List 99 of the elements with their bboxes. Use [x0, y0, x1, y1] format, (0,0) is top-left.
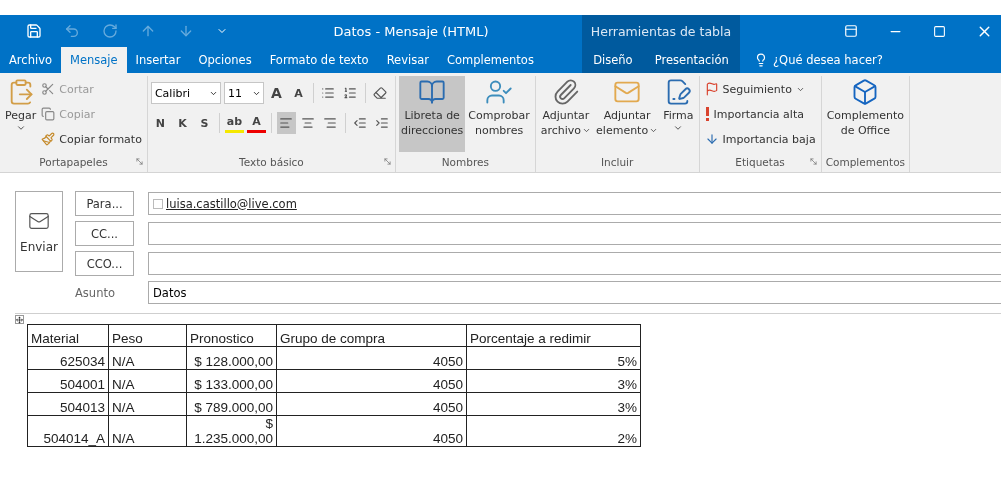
- table-cell: N/A: [108, 346, 187, 370]
- table-cell: $ 1.235.000,00: [186, 415, 277, 447]
- table-cell: $ 128.000,00: [186, 346, 277, 370]
- table-cell: 504001: [27, 369, 109, 393]
- ribbon-tab[interactable]: Complementos: [437, 47, 543, 73]
- dialog-launcher-icon[interactable]: [134, 157, 144, 166]
- group-label: Nombres: [441, 156, 489, 168]
- ribbon-large-button[interactable]: Comprobar nombres: [466, 76, 532, 152]
- column-header: Peso: [108, 324, 187, 347]
- table-cell: N/A: [108, 392, 187, 416]
- table-cell: 2%: [466, 415, 641, 447]
- font-size-field[interactable]: 11: [223, 82, 264, 104]
- ribbon-large-button[interactable]: Firma: [661, 76, 696, 152]
- align-right-icon: [323, 116, 338, 130]
- grow-font-button[interactable]: A: [266, 82, 286, 104]
- ribbon-large-button[interactable]: Pegar: [3, 76, 39, 152]
- ribbon-tab[interactable]: Insertar: [126, 47, 190, 73]
- ribbon-tab[interactable]: Opciones: [189, 47, 261, 73]
- ribbon-tab[interactable]: Mensaje: [61, 47, 127, 73]
- table-cell: 504013: [27, 392, 109, 416]
- table-cell: 625034: [27, 346, 109, 370]
- ribbon-small-button[interactable]: Copiar formato: [39, 128, 144, 150]
- ribbon-large-button[interactable]: Adjuntar archivo: [538, 76, 594, 152]
- numbering-icon: [343, 86, 358, 100]
- table-cell: 4050: [276, 346, 467, 370]
- scissors-icon: [41, 82, 56, 96]
- column-header: Porcentaje a redimir: [466, 324, 641, 347]
- table-cell: 4050: [276, 415, 467, 447]
- ribbon-tab[interactable]: Diseño: [584, 47, 642, 73]
- column-header: Pronostico: [186, 324, 277, 347]
- table-cell: 504014_A: [27, 415, 109, 447]
- recipient-field[interactable]: [148, 252, 1001, 275]
- table-cell: 4050: [276, 369, 467, 393]
- dialog-launcher-icon[interactable]: [808, 157, 818, 166]
- ribbon-large-button[interactable]: Libreta de direcciones: [398, 76, 466, 152]
- group-label: Etiquetas: [735, 156, 785, 168]
- maximize-icon[interactable]: [933, 24, 946, 38]
- address-book-icon: [418, 78, 447, 106]
- ribbon-tab[interactable]: Archivo: [0, 47, 61, 73]
- align-left-icon: [279, 116, 294, 130]
- dialog-launcher-icon[interactable]: [382, 157, 392, 166]
- window-title: Datos - Mensaje (HTML): [332, 23, 490, 39]
- column-header: Material: [27, 324, 109, 347]
- subject-text: Datos: [153, 285, 187, 300]
- font-color-button[interactable]: A: [246, 113, 266, 133]
- ribbon-tab[interactable]: Revisar: [377, 47, 438, 73]
- indent-icon: [375, 116, 390, 130]
- table-cell: N/A: [108, 369, 187, 393]
- ribbon-display-icon[interactable]: [844, 24, 858, 38]
- flag-icon: [704, 82, 719, 96]
- align-left-button[interactable]: [276, 112, 296, 134]
- table-cell: N/A: [108, 415, 187, 447]
- copy-icon: [41, 107, 56, 121]
- bullets-icon: [321, 86, 336, 100]
- table-move-icon[interactable]: [15, 315, 24, 324]
- table-cell: 3%: [466, 392, 641, 416]
- group-label: Texto básico: [239, 156, 304, 168]
- format-letter-button[interactable]: N: [150, 112, 170, 134]
- lightbulb-icon: [754, 53, 768, 67]
- format-letter-button[interactable]: K: [172, 112, 192, 134]
- align-center-icon: [301, 116, 316, 130]
- shrink-font-button[interactable]: A: [288, 82, 308, 104]
- address-button[interactable]: Para...: [75, 191, 134, 216]
- recipient-field[interactable]: [148, 222, 1001, 245]
- exclamation-icon: [704, 107, 710, 121]
- highlight-button[interactable]: ab: [224, 113, 244, 133]
- ribbon-tab[interactable]: Presentación: [645, 47, 738, 73]
- group-label: Portapapeles: [39, 156, 108, 168]
- checkbox-icon: [153, 198, 163, 209]
- table-cell: 5%: [466, 346, 641, 370]
- ribbon-large-button[interactable]: Complemento de Office: [824, 76, 907, 152]
- send-button[interactable]: Enviar: [15, 191, 63, 272]
- context-title: Herramientas de tabla: [582, 15, 740, 47]
- address-button[interactable]: CC...: [75, 221, 134, 246]
- table-cell: 3%: [466, 369, 641, 393]
- ribbon-large-button[interactable]: Adjuntar elemento: [594, 76, 661, 152]
- recipient-link[interactable]: luisa.castillo@live.com: [166, 196, 297, 211]
- table-cell: 4050: [276, 392, 467, 416]
- ribbon-small-button[interactable]: Importancia alta: [702, 103, 818, 125]
- group-label: Incluir: [600, 156, 634, 168]
- ribbon-small-button[interactable]: Seguimiento: [702, 78, 818, 100]
- column-header: Grupo de compra: [276, 324, 467, 347]
- ribbon-tab[interactable]: Formato de texto: [260, 47, 378, 73]
- outdent-icon: [353, 116, 368, 130]
- clear-icon: [373, 86, 388, 100]
- font-name-field[interactable]: Calibri: [150, 82, 221, 104]
- format-letter-button[interactable]: S: [194, 112, 214, 134]
- field-label: Asunto: [75, 285, 116, 300]
- ribbon-small-button[interactable]: Importancia baja: [702, 128, 818, 150]
- subject-field[interactable]: Datos: [148, 281, 1001, 304]
- person-check-icon: [485, 78, 514, 106]
- table-cell: $ 133.000,00: [186, 369, 277, 393]
- table-cell: $ 789.000,00: [186, 392, 277, 416]
- address-button[interactable]: CCO...: [75, 251, 134, 276]
- paintbrush-icon: [41, 132, 56, 146]
- group-label: Complementos: [825, 156, 906, 168]
- save-icon[interactable]: [26, 23, 42, 39]
- tell-me-field[interactable]: ¿Qué desea hacer?: [773, 53, 883, 67]
- recipient-field[interactable]: luisa.castillo@live.com: [148, 192, 1001, 215]
